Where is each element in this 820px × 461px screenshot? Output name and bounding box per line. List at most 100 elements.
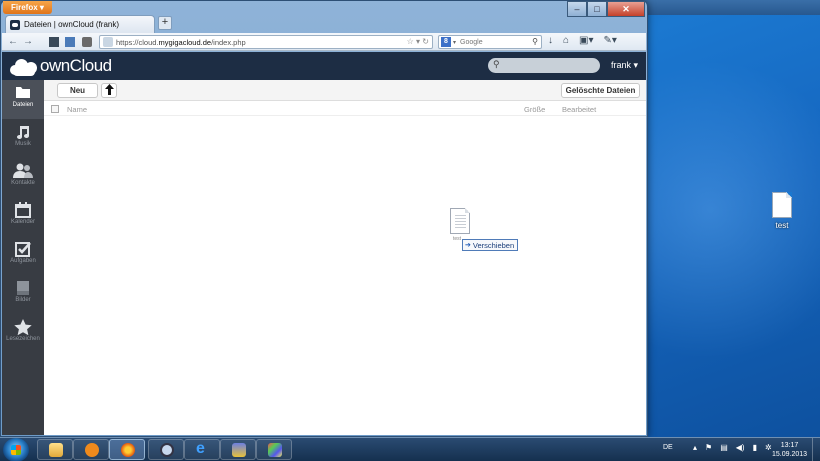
download-icon[interactable]: ↓ bbox=[548, 35, 553, 46]
nav-item-lesezeichen[interactable]: Lesezeichen bbox=[2, 314, 44, 353]
nav-item-dateien[interactable]: Dateien bbox=[2, 80, 44, 119]
nav-item-kontakte[interactable]: Kontakte bbox=[2, 158, 44, 197]
folder-icon bbox=[49, 443, 63, 457]
folder-icon bbox=[2, 80, 44, 102]
show-desktop-button[interactable] bbox=[812, 438, 820, 461]
owncloud-favicon-icon bbox=[10, 19, 20, 30]
document-icon bbox=[772, 192, 792, 218]
owncloud-search-input[interactable]: ⚲ bbox=[488, 58, 600, 73]
taskbar: e DE ▴ ⚑ ▤ ◀) ▮ ✲ 13:17 15.09.2013 bbox=[0, 437, 820, 461]
taskbar-media-player[interactable] bbox=[73, 439, 109, 460]
clock-date: 15.09.2013 bbox=[772, 451, 808, 458]
search-bar[interactable]: 8 ▾ Google ⚲ bbox=[438, 35, 542, 49]
navigation-toolbar: ← → https://cloud.mygigacloud.de/index.p… bbox=[2, 33, 646, 51]
bookmarks-icon bbox=[2, 314, 44, 336]
clock-time: 13:17 bbox=[780, 442, 799, 449]
contacts-icon bbox=[2, 158, 44, 180]
nav-label: Kontakte bbox=[11, 180, 35, 186]
column-name[interactable]: Name bbox=[67, 105, 87, 114]
show-hidden-icons-icon[interactable]: ▴ bbox=[693, 443, 697, 452]
toolbar-buttons: ↓ ⌂ ▣▾ ✎▾ bbox=[548, 35, 617, 46]
flag-icon[interactable]: ⚑ bbox=[705, 443, 712, 452]
url-text[interactable]: https://cloud.mygigacloud.de/index.php bbox=[116, 38, 246, 47]
maximize-button[interactable]: □ bbox=[587, 1, 607, 17]
taskbar-paint[interactable] bbox=[256, 439, 292, 460]
bookmarks-menu-icon[interactable]: ▣▾ bbox=[579, 35, 593, 46]
google-icon[interactable]: 8 bbox=[441, 37, 451, 47]
new-button[interactable]: Neu bbox=[57, 83, 98, 98]
column-modified[interactable]: Bearbeitet bbox=[562, 105, 596, 114]
network-icon bbox=[232, 443, 246, 457]
taskbar-lock-app[interactable] bbox=[148, 439, 184, 460]
language-indicator[interactable]: DE bbox=[663, 444, 673, 451]
volume-icon[interactable]: ◀) bbox=[736, 443, 745, 452]
url-bar[interactable]: https://cloud.mygigacloud.de/index.php ☆… bbox=[99, 35, 433, 49]
search-icon: ⚲ bbox=[493, 59, 500, 69]
lock-toolbar-icon[interactable] bbox=[82, 37, 92, 47]
deleted-files-button[interactable]: Gelöschte Dateien bbox=[561, 83, 640, 98]
nav-item-musik[interactable]: Musik bbox=[2, 119, 44, 158]
dragged-file-label: test bbox=[453, 236, 462, 242]
cloud-icon bbox=[8, 56, 40, 76]
upload-button[interactable] bbox=[101, 83, 117, 98]
nav-label: Musik bbox=[15, 141, 31, 147]
column-size[interactable]: Größe bbox=[524, 105, 545, 114]
close-button[interactable]: ✕ bbox=[607, 1, 645, 17]
play-icon bbox=[85, 443, 99, 457]
save-icon[interactable] bbox=[65, 37, 75, 47]
nav-item-kalender[interactable]: Kalender bbox=[2, 197, 44, 236]
app-navigation: Dateien Musik Kontakte Kalender Aufgaben bbox=[2, 80, 44, 435]
back-arrow-icon[interactable]: ← bbox=[7, 36, 19, 48]
user-menu[interactable]: frank ▾ bbox=[611, 60, 638, 71]
nav-item-aufgaben[interactable]: Aufgaben bbox=[2, 236, 44, 275]
search-placeholder: Google bbox=[460, 38, 483, 46]
move-tooltip-label: Verschieben bbox=[472, 240, 515, 250]
extension-icon[interactable]: ✎▾ bbox=[604, 35, 617, 46]
home-icon[interactable]: ⌂ bbox=[563, 35, 569, 46]
battery-icon[interactable]: ▮ bbox=[753, 443, 757, 452]
owncloud-logo[interactable]: ownCloud bbox=[8, 56, 112, 76]
ie-icon: e bbox=[196, 440, 205, 457]
network-tray-icon[interactable]: ▤ bbox=[720, 443, 728, 452]
owncloud-header: ownCloud ⚲ frank ▾ bbox=[2, 52, 646, 80]
taskbar-network-app[interactable] bbox=[220, 439, 256, 460]
lock-icon bbox=[160, 443, 174, 457]
move-tooltip: ➔ Verschieben bbox=[462, 239, 519, 251]
music-icon bbox=[2, 119, 44, 141]
firefox-menu-button[interactable]: Firefox ▾ bbox=[3, 1, 52, 14]
select-all-checkbox[interactable] bbox=[51, 105, 59, 113]
system-tray: ▴ ⚑ ▤ ◀) ▮ ✲ bbox=[693, 443, 772, 452]
tasks-icon bbox=[2, 236, 44, 258]
start-button[interactable] bbox=[3, 438, 29, 461]
nav-label: Lesezeichen bbox=[6, 336, 40, 342]
sync-icon[interactable]: ✲ bbox=[765, 443, 772, 452]
minimize-button[interactable]: – bbox=[567, 1, 587, 17]
tab-title: Dateien | ownCloud (frank) bbox=[24, 20, 120, 29]
files-controls: Neu Gelöschte Dateien bbox=[44, 80, 646, 101]
desktop-file-label: test bbox=[775, 221, 789, 230]
tab-owncloud[interactable]: Dateien | ownCloud (frank) bbox=[5, 15, 155, 33]
nav-label: Kalender bbox=[10, 219, 36, 225]
taskbar-internet-explorer[interactable]: e bbox=[184, 439, 220, 460]
taskbar-explorer[interactable] bbox=[37, 439, 73, 460]
pictures-icon bbox=[2, 275, 44, 297]
arrow-right-icon: ➔ bbox=[465, 242, 471, 249]
nav-label: Bilder bbox=[15, 297, 31, 303]
nav-label: Dateien bbox=[12, 102, 34, 108]
nav-label: Aufgaben bbox=[10, 258, 36, 264]
nav-item-bilder[interactable]: Bilder bbox=[2, 275, 44, 314]
bookmark-star-icon[interactable]: ☆ ▾ ↻ bbox=[407, 37, 429, 46]
file-table-header: Name Größe Bearbeitet bbox=[44, 102, 646, 116]
clock[interactable]: 13:17 15.09.2013 bbox=[772, 441, 807, 459]
new-tab-button[interactable]: + bbox=[158, 16, 172, 30]
firefox-window: Firefox ▾ – □ ✕ Dateien | ownCloud (fran… bbox=[0, 0, 648, 437]
desktop-file-test[interactable]: test bbox=[766, 192, 798, 230]
taskbar-firefox[interactable] bbox=[109, 439, 145, 460]
site-identity-icon[interactable] bbox=[103, 37, 113, 47]
chevron-down-icon[interactable]: ▾ bbox=[453, 39, 456, 46]
firefox-icon bbox=[121, 443, 135, 457]
search-icon[interactable]: ⚲ bbox=[532, 37, 538, 46]
addon-icon[interactable] bbox=[49, 37, 59, 47]
forward-arrow-icon[interactable]: → bbox=[22, 36, 34, 48]
dragged-file-icon[interactable] bbox=[450, 208, 470, 234]
